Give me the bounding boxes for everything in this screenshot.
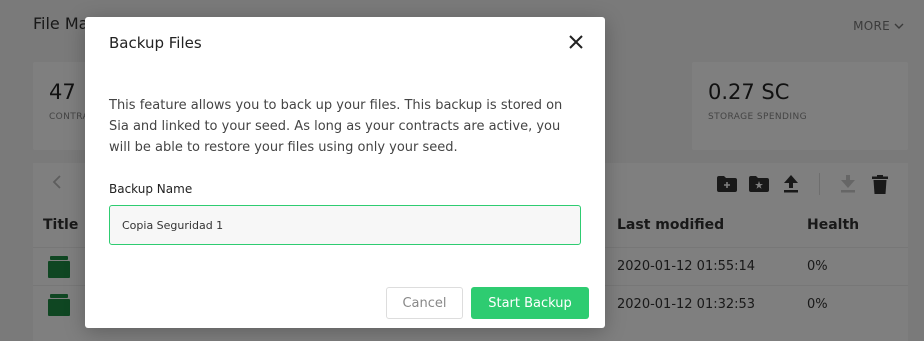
- backup-name-input[interactable]: [109, 205, 581, 245]
- start-backup-button[interactable]: Start Backup: [471, 287, 589, 319]
- backup-name-label: Backup Name: [109, 182, 193, 196]
- modal-description: This feature allows you to back up your …: [109, 98, 563, 155]
- cancel-button[interactable]: Cancel: [386, 287, 463, 319]
- close-icon[interactable]: [567, 33, 585, 51]
- backup-files-modal: Backup Files This feature allows you to …: [85, 17, 605, 328]
- modal-title: Backup Files: [109, 34, 202, 52]
